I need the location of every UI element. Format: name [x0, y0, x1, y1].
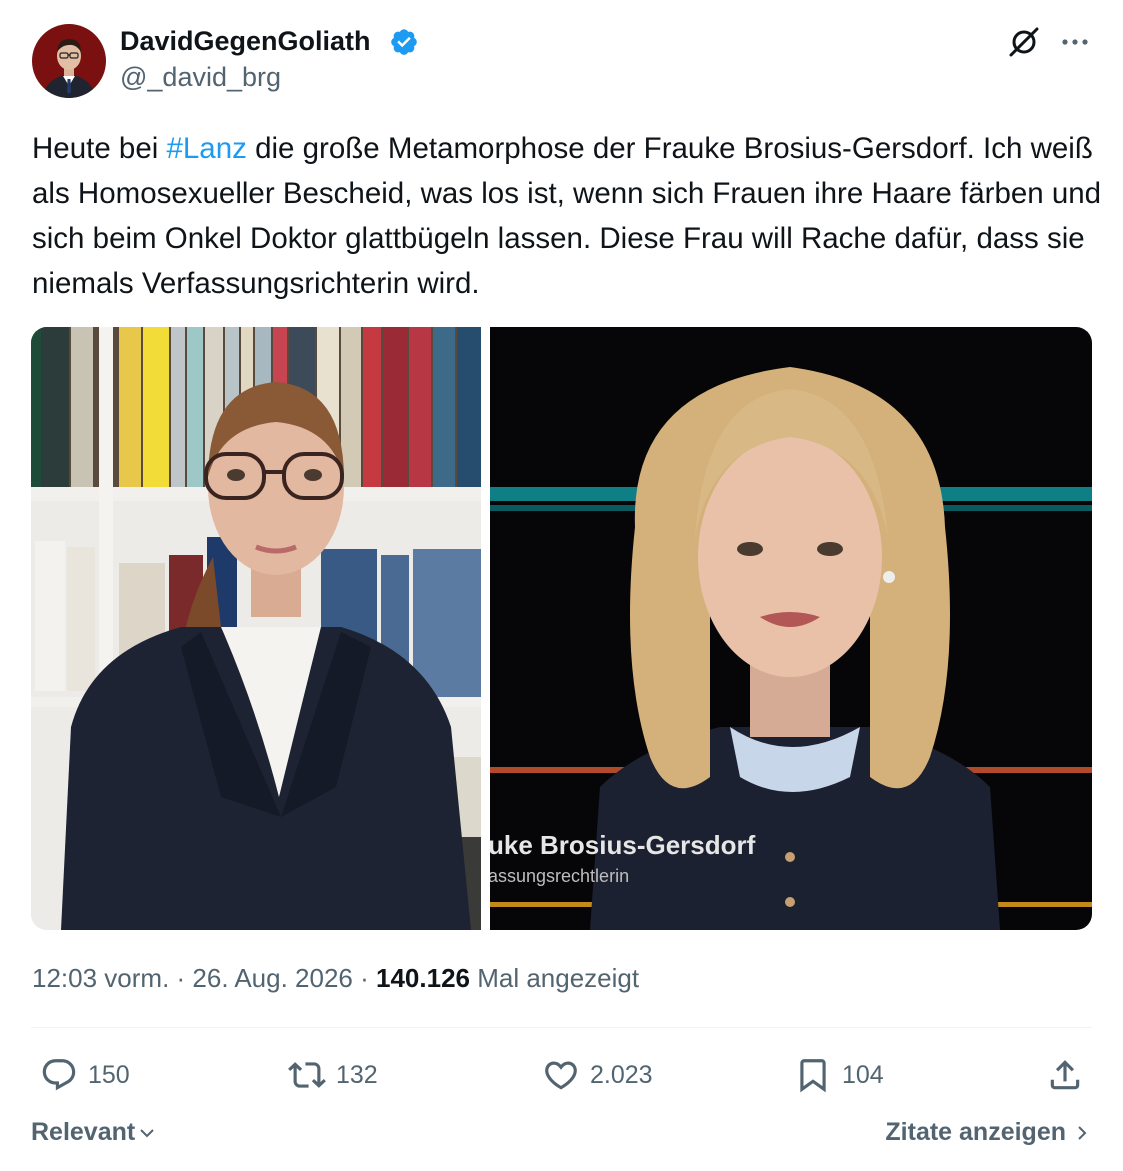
reply-button[interactable]: 150 [40, 1055, 130, 1095]
lower-third-title: assungsrechtlerin [490, 866, 629, 886]
tweet-text-part: Heute bei [32, 132, 167, 165]
verified-badge-icon [391, 29, 417, 55]
like-count: 2.023 [590, 1060, 653, 1089]
tweet-time[interactable]: 12:03 vorm. [32, 963, 169, 993]
quotes-label: Zitate anzeigen [885, 1118, 1066, 1146]
sort-label: Relevant [31, 1118, 136, 1146]
reply-count: 150 [88, 1060, 130, 1089]
lower-third-name: uke Brosius-Gersdorf [490, 830, 756, 860]
author-name[interactable]: DavidGegenGoliath [120, 26, 371, 57]
tweet-meta: 12:03 vorm. · 26. Aug. 2026 · 140.126 Ma… [32, 963, 639, 994]
repost-icon [288, 1062, 326, 1088]
meta-separator: · [169, 963, 193, 993]
chevron-right-icon [1078, 1125, 1087, 1140]
bookmark-count: 104 [842, 1060, 884, 1089]
share-icon [1050, 1060, 1080, 1090]
more-options-icon[interactable] [1058, 25, 1092, 59]
share-button[interactable] [1046, 1055, 1094, 1095]
meta-separator: · [352, 963, 376, 993]
tweet-date[interactable]: 26. Aug. 2026 [192, 963, 352, 993]
repost-button[interactable]: 132 [288, 1055, 378, 1095]
chevron-down-icon [140, 1128, 154, 1137]
views-label: Mal angezeigt [469, 963, 640, 993]
reply-icon [42, 1059, 76, 1091]
tweet-photo-right[interactable]: uke Brosius-Gersdorf assungsrechtlerin [490, 327, 1092, 930]
grok-icon[interactable] [1006, 24, 1042, 60]
bookmark-button[interactable]: 104 [794, 1055, 884, 1095]
views-count: 140.126 [376, 963, 470, 993]
bookmark-icon [800, 1059, 826, 1093]
hashtag-link[interactable]: #Lanz [166, 132, 246, 165]
avatar[interactable] [32, 24, 106, 98]
tweet-photo-left[interactable] [31, 327, 481, 930]
heart-icon [545, 1061, 577, 1090]
tweet-text: Heute bei #Lanz die große Metamorphose d… [32, 126, 1102, 306]
sort-dropdown[interactable]: Relevant [31, 1118, 157, 1147]
like-button[interactable]: 2.023 [542, 1055, 653, 1095]
divider [31, 1027, 1092, 1028]
view-quotes-link[interactable]: Zitate anzeigen [885, 1118, 1092, 1147]
repost-count: 132 [336, 1060, 378, 1089]
author-handle[interactable]: @_david_brg [120, 62, 281, 93]
